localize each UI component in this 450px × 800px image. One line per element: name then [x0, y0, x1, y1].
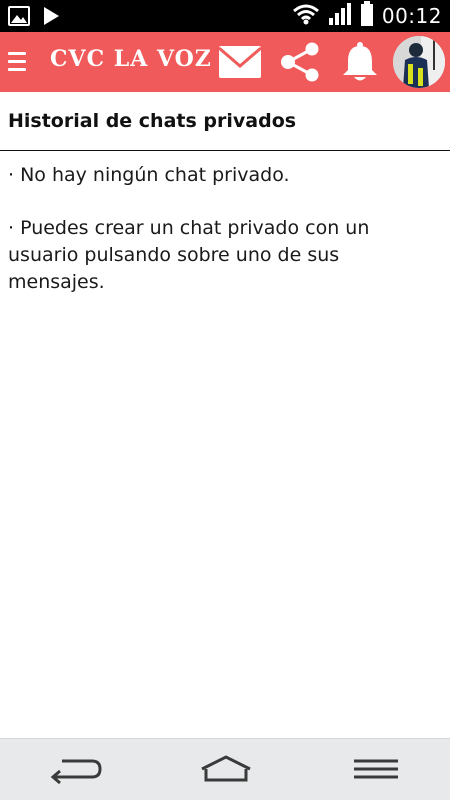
section-title: Historial de chats privados [8, 110, 297, 132]
share-icon [281, 42, 319, 82]
notifications-button[interactable] [340, 40, 380, 84]
back-button[interactable] [48, 751, 104, 787]
signal-icon [328, 2, 352, 30]
user-avatar[interactable] [393, 36, 445, 88]
mail-icon [218, 46, 262, 78]
menu-icon [8, 52, 26, 55]
navigation-bar [0, 738, 450, 800]
help-message: · Puedes crear un chat privado con un us… [8, 217, 370, 293]
battery-icon [360, 1, 374, 31]
recent-apps-icon [354, 759, 398, 779]
wifi-icon [292, 3, 320, 29]
mail-button[interactable] [218, 44, 262, 80]
recent-apps-button[interactable] [350, 751, 402, 787]
home-icon [201, 755, 251, 782]
share-button[interactable] [278, 42, 322, 82]
status-notifications [8, 6, 60, 30]
avatar-image [393, 36, 445, 88]
status-bar: 00:12 [0, 0, 450, 32]
app-bar: CVC LA VOZ [0, 32, 450, 92]
status-indicators: 00:12 [292, 0, 442, 32]
menu-button[interactable] [8, 52, 28, 74]
back-icon [50, 759, 102, 785]
home-button[interactable] [198, 751, 254, 787]
app-title: CVC LA VOZ [50, 46, 212, 72]
status-clock: 00:12 [381, 4, 442, 28]
empty-state-message: · No hay ningún chat privado. [8, 164, 290, 186]
bell-icon [343, 42, 377, 81]
section-divider [0, 150, 450, 151]
play-notification-icon [42, 6, 60, 30]
image-notification-icon [8, 6, 30, 30]
